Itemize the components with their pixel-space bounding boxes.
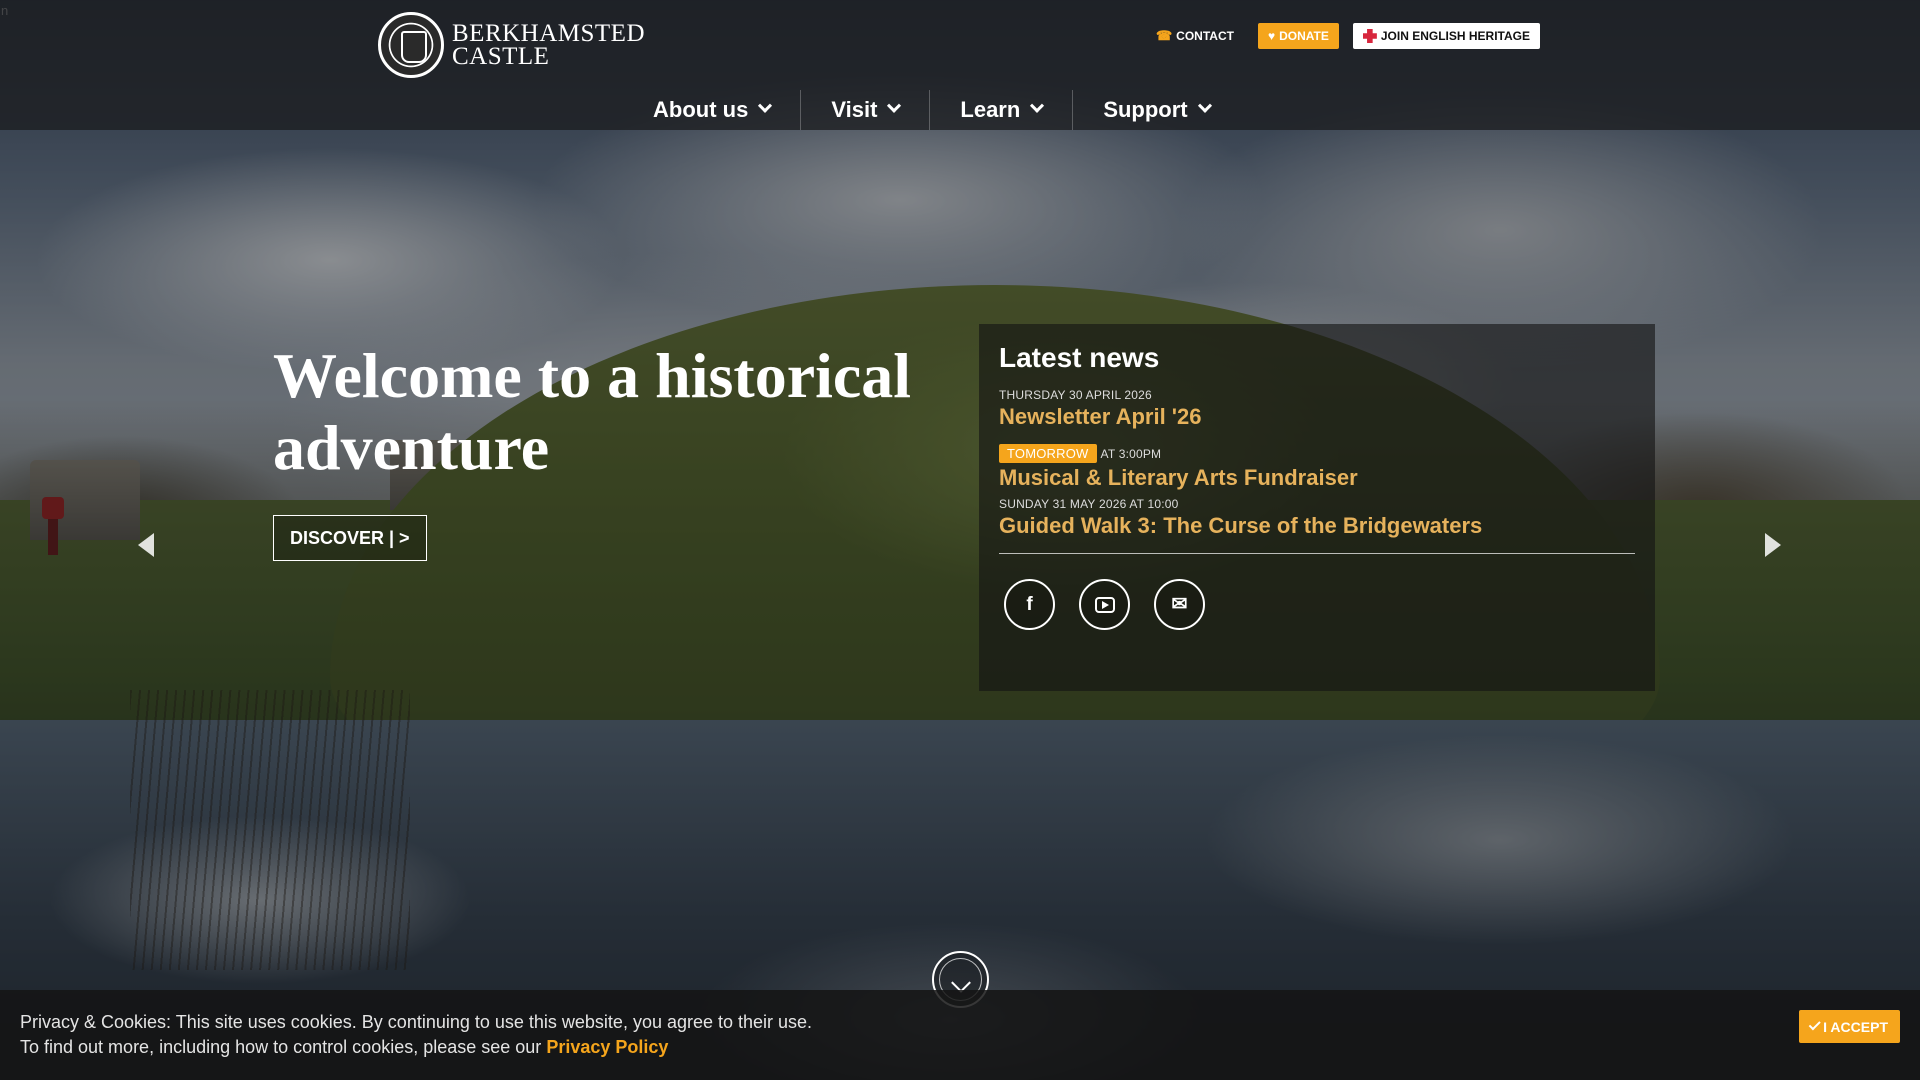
castle-seal-icon (378, 12, 444, 78)
tomorrow-badge: TOMORROW (999, 444, 1097, 463)
chevron-down-icon (887, 98, 902, 113)
join-english-heritage-button[interactable]: JOIN ENGLISH HERITAGE (1352, 23, 1540, 49)
hero-title: Welcome to a historical adventure (273, 340, 912, 483)
carousel-prev-icon[interactable] (138, 533, 154, 557)
nav-item-label: Visit (831, 97, 878, 122)
latest-news-panel: Latest news THURSDAY 30 APRIL 2026 Newsl… (979, 324, 1655, 691)
news-item: THURSDAY 30 APRIL 2026 Newsletter April … (999, 388, 1635, 430)
utility-links: ☎ CONTACT ♥ DONATE JOIN ENGLISH HERITAGE (1146, 22, 1540, 50)
logo-wordmark: BERKHAMSTED CASTLE (452, 20, 646, 70)
privacy-policy-link[interactable]: Privacy Policy (546, 1037, 668, 1057)
news-date: THURSDAY 30 APRIL 2026 (999, 388, 1635, 402)
nav-item-learn[interactable]: Learn (929, 90, 1072, 130)
donate-label: DONATE (1279, 29, 1329, 43)
news-divider (999, 553, 1635, 554)
logo-text-line2: CASTLE (452, 43, 550, 70)
news-link[interactable]: Musical & Literary Arts Fundraiser (999, 465, 1635, 491)
contact-label: CONTACT (1176, 29, 1234, 43)
chevron-down-icon (1197, 98, 1212, 113)
news-date-text: SUNDAY 31 MAY 2026 AT 10:00 (999, 497, 1179, 511)
news-date: TOMORROW AT 3:00PM (999, 444, 1635, 463)
nav-item-about-us[interactable]: About us (623, 90, 800, 130)
cookie-text: Privacy & Cookies: This site uses cookie… (20, 1010, 1020, 1060)
cookie-line1: Privacy & Cookies: This site uses cookie… (20, 1012, 813, 1032)
accept-cookies-button[interactable]: I ACCEPT (1799, 1010, 1900, 1043)
social-links: f ✉ (999, 579, 1635, 630)
news-item: TOMORROW AT 3:00PM Musical & Literary Ar… (999, 444, 1635, 491)
main-nav: About us Visit Learn Support (623, 90, 1240, 130)
contact-link[interactable]: ☎ CONTACT (1146, 22, 1244, 50)
news-date: SUNDAY 31 MAY 2026 AT 10:00 (999, 497, 1635, 511)
site-header: BERKHAMSTED CASTLE ☎ CONTACT ♥ DONATE JO… (0, 0, 1920, 130)
cookie-banner: Privacy & Cookies: This site uses cookie… (0, 990, 1920, 1080)
chevron-down-icon (1030, 98, 1045, 113)
email-icon[interactable]: ✉ (1154, 579, 1205, 630)
news-link[interactable]: Newsletter April '26 (999, 404, 1635, 430)
discover-button[interactable]: DISCOVER | > (273, 515, 427, 561)
donate-button[interactable]: ♥ DONATE (1257, 23, 1339, 49)
english-heritage-icon (1362, 29, 1377, 43)
cookie-line2: To find out more, including how to contr… (20, 1035, 1020, 1060)
carousel-next-icon[interactable] (1765, 533, 1781, 557)
youtube-icon[interactable] (1079, 579, 1130, 630)
accept-label: I ACCEPT (1823, 1018, 1888, 1035)
join-label: JOIN ENGLISH HERITAGE (1380, 29, 1530, 43)
nav-item-visit[interactable]: Visit (800, 90, 929, 130)
check-icon (1808, 1018, 1821, 1031)
nav-item-support[interactable]: Support (1072, 90, 1239, 130)
nav-item-label: Support (1103, 97, 1188, 122)
news-heading: Latest news (999, 342, 1160, 373)
site-logo[interactable]: BERKHAMSTED CASTLE (378, 12, 645, 78)
nav-item-label: About us (653, 97, 749, 122)
news-date-text: THURSDAY 30 APRIL 2026 (999, 388, 1152, 402)
heart-icon: ♥ (1267, 29, 1276, 43)
news-date-text: AT 3:00PM (1100, 446, 1162, 461)
cookie-line2-text: To find out more, including how to contr… (20, 1037, 542, 1057)
news-item: SUNDAY 31 MAY 2026 AT 10:00 Guided Walk … (999, 497, 1635, 539)
logo-text-line1: BERKHAMSTED (452, 20, 646, 47)
news-link[interactable]: Guided Walk 3: The Curse of the Bridgewa… (999, 513, 1635, 539)
facebook-icon[interactable]: f (1004, 579, 1055, 630)
phone-icon: ☎ (1155, 28, 1173, 43)
nav-item-label: Learn (960, 97, 1021, 122)
chevron-down-icon (758, 98, 773, 113)
